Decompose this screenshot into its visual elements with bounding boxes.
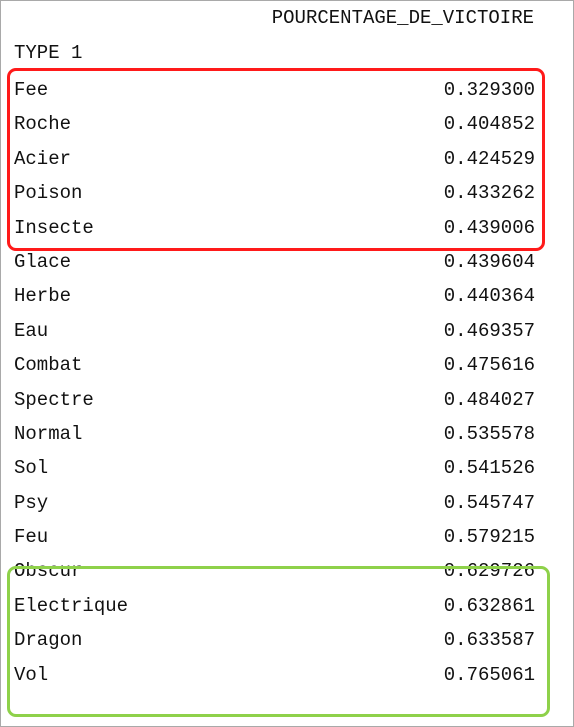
row-label: Feu — [14, 526, 49, 549]
row-label: Glace — [14, 250, 72, 273]
table-row: Herbe 0.440364 — [1, 279, 573, 313]
table-body: Fee 0.329300 Roche 0.404852 Acier 0.424529 … — [1, 73, 573, 692]
column-header: POURCENTAGE_DE_VICTOIRE — [271, 7, 534, 29]
index-name: TYPE 1 — [14, 42, 83, 64]
row-value: 0.439006 — [443, 216, 535, 239]
row-label: Vol — [14, 663, 49, 686]
row-label: Eau — [14, 319, 49, 342]
table-row: Feu 0.579215 — [1, 520, 573, 554]
table-row: Eau 0.469357 — [1, 314, 573, 348]
row-label: Acier — [14, 147, 72, 170]
table-row: Roche 0.404852 — [1, 107, 573, 141]
row-label: Sol — [14, 457, 49, 480]
table-row: Vol 0.765061 — [1, 658, 573, 692]
row-value: 0.535578 — [443, 422, 535, 445]
row-value: 0.440364 — [443, 285, 535, 308]
table-row: Poison 0.433262 — [1, 176, 573, 210]
row-value: 0.541526 — [443, 457, 535, 480]
row-label: Roche — [14, 113, 72, 136]
row-label: Normal — [14, 422, 83, 445]
row-value: 0.633587 — [443, 629, 535, 652]
table-row: Dragon 0.633587 — [1, 623, 573, 657]
row-label: Poison — [14, 182, 83, 205]
row-label: Insecte — [14, 216, 94, 239]
row-label: Electrique — [14, 594, 129, 617]
table-row: Psy 0.545747 — [1, 486, 573, 520]
row-value: 0.404852 — [443, 113, 535, 136]
row-label: Fee — [14, 79, 49, 101]
table-row: Electrique 0.632861 — [1, 589, 573, 623]
table-row: Insecte 0.439006 — [1, 211, 573, 245]
row-value: 0.484027 — [443, 388, 535, 411]
table-row: Glace 0.439604 — [1, 245, 573, 279]
row-label: Psy — [14, 491, 49, 514]
row-label: Herbe — [14, 285, 72, 308]
table-row: Combat 0.475616 — [1, 348, 573, 382]
row-value: 0.765061 — [443, 663, 535, 686]
row-label: Dragon — [14, 629, 83, 652]
table-row: Sol 0.541526 — [1, 451, 573, 485]
row-value: 0.579215 — [443, 526, 535, 549]
row-label: Obscur — [14, 560, 83, 583]
table-row: Acier 0.424529 — [1, 142, 573, 176]
row-value: 0.433262 — [443, 182, 535, 205]
row-value: 0.629726 — [443, 560, 535, 583]
row-value: 0.424529 — [443, 147, 535, 170]
row-value: 0.475616 — [443, 354, 535, 377]
row-label: Combat — [14, 354, 83, 377]
row-value: 0.632861 — [443, 594, 535, 617]
row-label: Spectre — [14, 388, 94, 411]
row-value: 0.439604 — [443, 250, 535, 273]
table-row: Normal 0.535578 — [1, 417, 573, 451]
row-value: 0.469357 — [443, 319, 535, 342]
row-value: 0.329300 — [443, 79, 535, 101]
row-value: 0.545747 — [443, 491, 535, 514]
table-row: Obscur 0.629726 — [1, 554, 573, 588]
dataframe-output: POURCENTAGE_DE_VICTOIRE TYPE 1 Fee 0.3293… — [0, 0, 574, 727]
table-row: Fee 0.329300 — [1, 73, 573, 107]
table-row: Spectre 0.484027 — [1, 383, 573, 417]
